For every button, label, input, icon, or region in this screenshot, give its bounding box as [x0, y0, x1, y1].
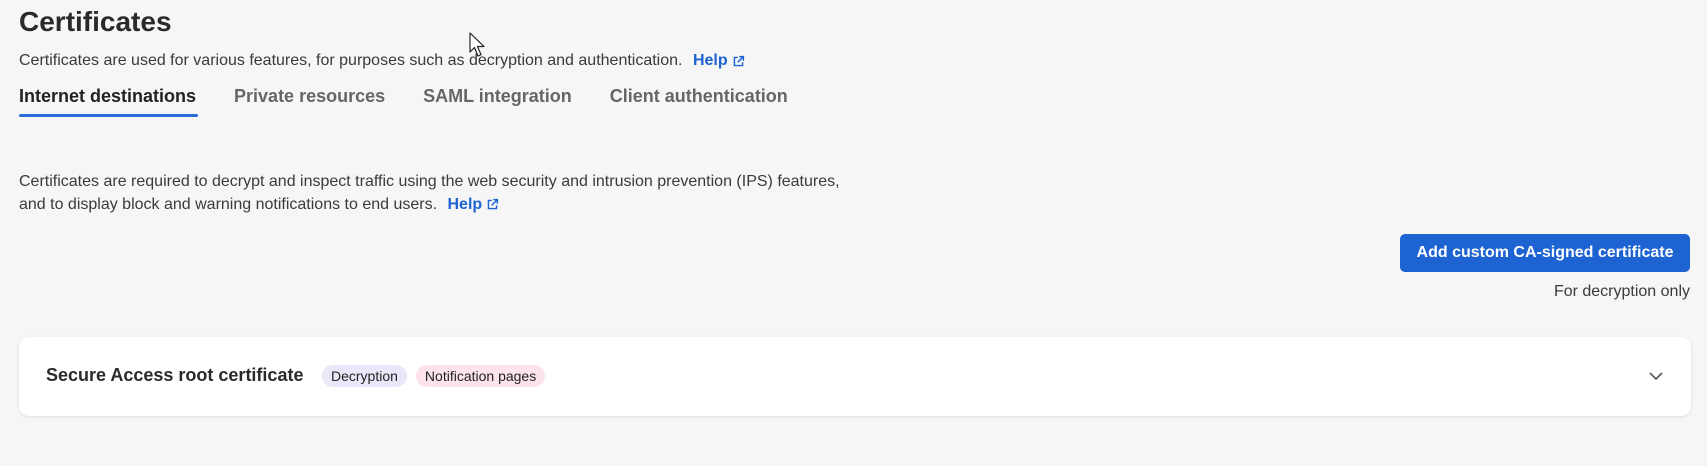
badge-decryption: Decryption: [322, 365, 407, 387]
add-custom-ca-certificate-button[interactable]: Add custom CA-signed certificate: [1400, 234, 1690, 272]
chevron-down-icon[interactable]: [1647, 367, 1665, 385]
page-title: Certificates: [19, 6, 172, 37]
external-link-icon: [487, 198, 499, 210]
tab-internet-destinations[interactable]: Internet destinations: [19, 86, 199, 117]
certificate-badges: Decryption Notification pages: [322, 365, 546, 387]
tab-saml-integration[interactable]: SAML integration: [423, 86, 572, 117]
tab-client-authentication[interactable]: Client authentication: [610, 86, 788, 117]
page-help-label: Help: [692, 52, 728, 69]
description-help-label: Help: [447, 196, 483, 213]
badge-notification-pages: Notification pages: [415, 365, 546, 387]
description-help-link[interactable]: Help: [447, 193, 499, 216]
tab-description: Certificates are required to decrypt and…: [19, 170, 859, 216]
page-help-link[interactable]: Help: [693, 52, 745, 70]
tab-description-text: Certificates are required to decrypt and…: [19, 173, 840, 213]
external-link-icon: [733, 55, 744, 66]
mouse-cursor-icon: [469, 32, 485, 57]
page-intro: Certificates are used for various featur…: [19, 52, 745, 70]
page-intro-text: Certificates are used for various featur…: [19, 52, 683, 69]
tab-bar: Internet destinations Private resources …: [19, 86, 788, 117]
add-button-caption: For decryption only: [1553, 283, 1690, 300]
certificate-title: Secure Access root certificate: [46, 365, 304, 385]
tab-private-resources[interactable]: Private resources: [234, 86, 385, 117]
certificate-card[interactable]: Secure Access root certificate Decryptio…: [19, 337, 1691, 416]
